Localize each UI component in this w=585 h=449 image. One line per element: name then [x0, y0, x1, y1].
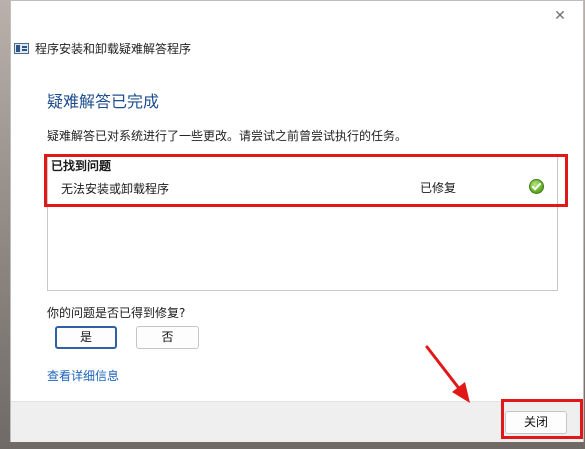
annotation-arrow-icon — [425, 345, 470, 403]
